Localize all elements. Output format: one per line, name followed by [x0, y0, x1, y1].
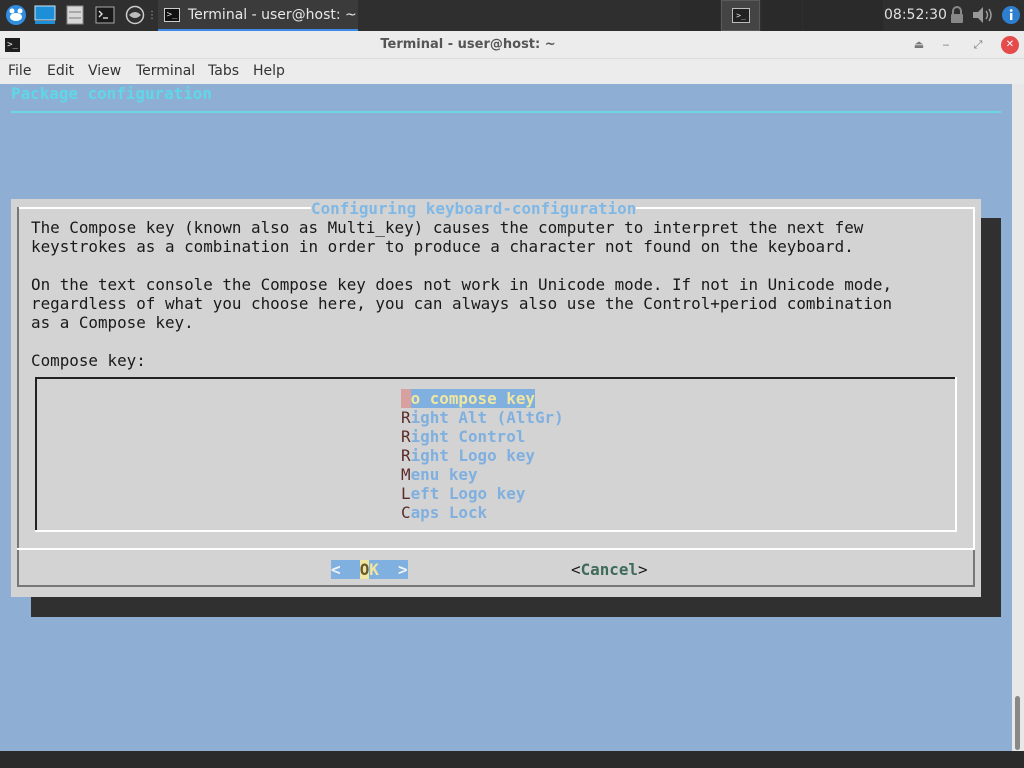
menu-help[interactable]: Help [253, 59, 285, 84]
web-browser-icon[interactable] [123, 3, 147, 27]
cancel-button[interactable]: <Cancel> [571, 560, 648, 579]
dialog-text-line: keystrokes as a combination in order to … [31, 237, 854, 256]
option-right-logo-key[interactable]: Right Logo key [401, 446, 535, 465]
package-config-header: Package configuration [11, 84, 212, 103]
minimize-button[interactable]: ‒ [937, 36, 955, 54]
workspace-4[interactable] [803, 0, 843, 31]
option-hotkey: R [401, 427, 411, 446]
ok-hotkey: O [359, 560, 370, 579]
option-hotkey: L [401, 484, 411, 503]
dialog-button-separator [17, 548, 975, 550]
cancel-bracket-right: > [638, 560, 648, 579]
listbox-frame-right [955, 377, 957, 532]
terminal-icon[interactable] [93, 3, 117, 27]
option-hotkey: M [401, 465, 411, 484]
dialog-text-line: The Compose key (known also as Multi_key… [31, 218, 864, 237]
option-label: eft Logo key [410, 484, 526, 503]
option-label: ight Logo key [410, 446, 535, 465]
maximize-button[interactable]: ⤢ [969, 36, 987, 54]
lock-icon[interactable] [948, 3, 966, 27]
xfce-menu-icon[interactable] [3, 3, 29, 27]
menu-file[interactable]: File [8, 59, 31, 84]
terminal-icon: >_ [164, 7, 180, 22]
shade-button[interactable]: ⏏ [910, 36, 928, 54]
terminal-area[interactable]: Package configuration Configuring keyboa… [0, 84, 1012, 751]
option-label: enu key [410, 465, 478, 484]
option-right-alt[interactable]: Right Alt (AltGr) [401, 408, 564, 427]
dialog-frame-right-lower [973, 549, 975, 587]
listbox-frame-left [35, 377, 37, 532]
option-hotkey: R [401, 446, 411, 465]
dialog-text-line: On the text console the Compose key does… [31, 275, 893, 294]
ok-bracket-left: < [331, 560, 360, 579]
volume-icon[interactable] [970, 3, 996, 27]
file-manager-icon[interactable] [63, 3, 87, 27]
scrollbar-thumb[interactable] [1015, 696, 1020, 750]
menu-edit[interactable]: Edit [47, 59, 74, 84]
listbox-frame-top [35, 377, 957, 379]
ok-bracket-right: > [378, 560, 408, 579]
cancel-bracket-left: < [571, 560, 581, 579]
option-menu-key[interactable]: Menu key [401, 465, 478, 484]
window-title: Terminal - user@host: ~ [380, 37, 556, 52]
desktop-icon[interactable] [32, 3, 58, 27]
dialog-frame-left [17, 207, 19, 587]
option-right-control[interactable]: Right Control [401, 427, 525, 446]
panel-separator-handle: ⋮ [147, 9, 157, 21]
ok-button[interactable]: < OK > [331, 560, 408, 579]
taskbar-terminal-label: Terminal - user@host: ~ [188, 6, 357, 23]
option-no-compose-key[interactable]: No compose key [401, 389, 535, 408]
menubar: File Edit View Terminal Tabs Help [0, 59, 1024, 84]
workspace-1[interactable] [680, 0, 720, 31]
menu-tabs[interactable]: Tabs [208, 59, 239, 84]
dialog-frame-bottom [17, 585, 975, 587]
info-icon[interactable] [1000, 3, 1022, 27]
dialog-title: Configuring keyboard-configuration [311, 199, 637, 218]
cancel-hotkey: C [580, 560, 591, 579]
window-bottom-border [0, 751, 1024, 768]
menu-terminal[interactable]: Terminal [136, 59, 195, 84]
option-label: ight Control [410, 427, 526, 446]
panel-clock[interactable]: 08:52:30 [884, 0, 947, 31]
taskbar-terminal-button[interactable]: >_ Terminal - user@host: ~ [158, 0, 358, 31]
workspace-3[interactable] [762, 0, 802, 31]
terminal-icon: >_ [732, 8, 750, 23]
dialog-text-line: as a Compose key. [31, 313, 194, 332]
compose-key-label: Compose key: [31, 351, 146, 370]
dialog-frame-right [973, 207, 975, 549]
option-label: aps Lock [410, 503, 488, 522]
listbox-frame-bottom [35, 530, 957, 532]
option-hotkey: R [401, 408, 411, 427]
dialog-text-line: regardless of what you choose here, you … [31, 294, 893, 313]
option-hotkey: N [401, 389, 411, 408]
menu-view[interactable]: View [88, 59, 121, 84]
option-caps-lock[interactable]: Caps Lock [401, 503, 487, 522]
window-titlebar[interactable]: >_ Terminal - user@host: ~ ⏏ ‒ ⤢ ✕ [0, 31, 1024, 59]
workspace-5[interactable] [843, 0, 883, 31]
cancel-label: ancel [590, 560, 638, 579]
ok-label: K [369, 560, 379, 579]
terminal-scrollbar[interactable] [1012, 84, 1024, 751]
option-left-logo-key[interactable]: Left Logo key [401, 484, 525, 503]
header-rule [11, 111, 1001, 113]
close-button[interactable]: ✕ [1001, 36, 1019, 54]
option-hotkey: C [401, 503, 411, 522]
option-label: o compose key [410, 389, 535, 408]
workspace-2[interactable]: >_ [721, 0, 760, 31]
top-panel: ⋮ >_ Terminal - user@host: ~ >_ 08:52:30 [0, 0, 1024, 31]
option-label: ight Alt (AltGr) [410, 408, 564, 427]
